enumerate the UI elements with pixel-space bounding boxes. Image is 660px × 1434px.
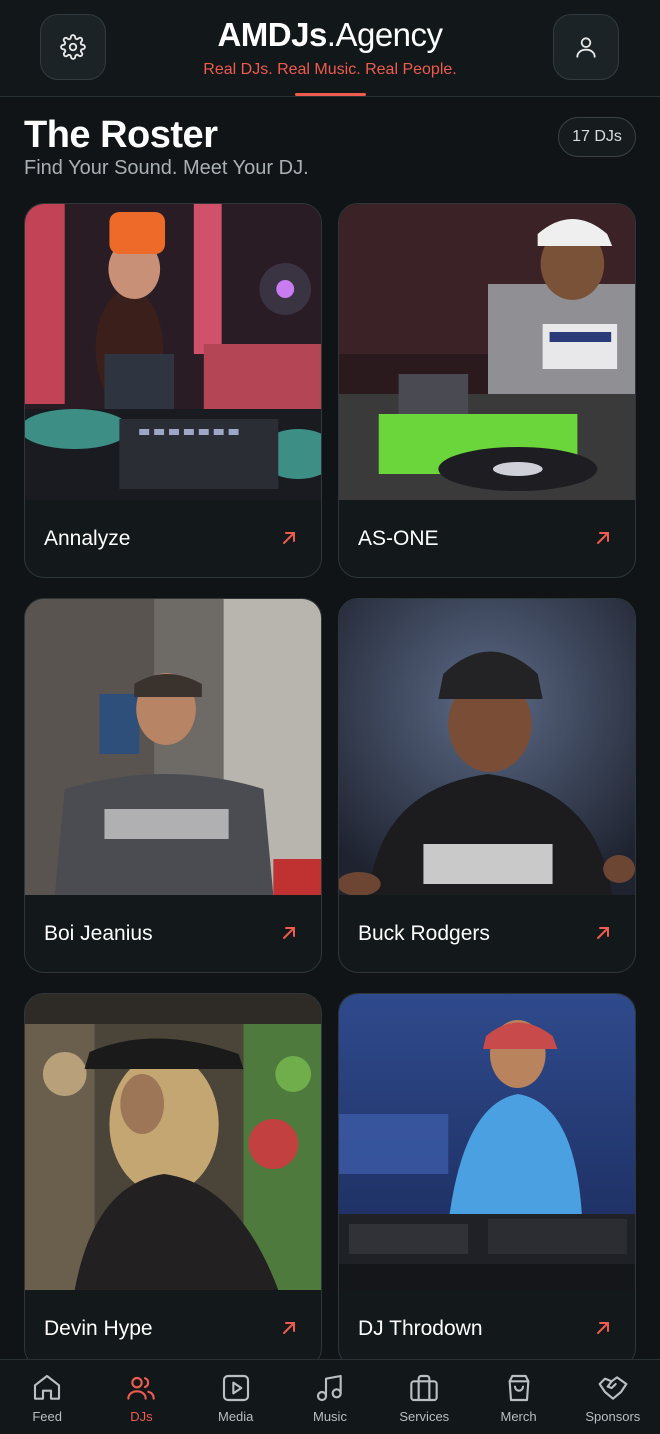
dj-name: Buck Rodgers (358, 922, 490, 945)
settings-button[interactable] (40, 14, 106, 80)
dj-photo (25, 204, 321, 500)
dj-card[interactable]: Boi Jeanius (24, 598, 322, 973)
dj-card[interactable]: DJ Throdown (338, 993, 636, 1368)
nav-item-sponsors[interactable]: Sponsors (566, 1360, 660, 1434)
user-icon (576, 37, 596, 58)
arrow-up-right-icon (597, 532, 609, 544)
home-icon (34, 1374, 61, 1400)
arrow-up-right-icon (597, 1322, 609, 1334)
dj-card[interactable]: Buck Rodgers (338, 598, 636, 973)
music-note-icon (316, 1374, 342, 1402)
dj-photo (339, 994, 635, 1290)
arrow-up-right-icon (597, 927, 609, 939)
profile-button[interactable] (553, 14, 619, 80)
dj-name: DJ Throdown (358, 1317, 483, 1340)
play-icon (222, 1374, 249, 1402)
page-title: The Roster (24, 114, 218, 156)
dj-photo (339, 204, 635, 500)
nav-label: Services (399, 1409, 450, 1424)
nav-label: Sponsors (585, 1409, 641, 1424)
bottom-nav: Feed DJs Media Music Services Merch Spon… (0, 1359, 660, 1434)
dj-photo (339, 599, 635, 895)
handshake-icon (598, 1376, 628, 1400)
brand-tagline: Real DJs. Real Music. Real People. (203, 61, 457, 78)
dj-photo (25, 599, 321, 895)
app-header: AMDJs.Agency Real DJs. Real Music. Real … (0, 0, 660, 97)
nav-item-media[interactable]: Media (189, 1360, 283, 1434)
dj-name: Devin Hype (44, 1317, 153, 1340)
nav-item-feed[interactable]: Feed (0, 1360, 94, 1434)
arrow-up-right-icon (283, 532, 295, 544)
nav-item-services[interactable]: Services (377, 1360, 471, 1434)
nav-label: Music (313, 1409, 347, 1424)
brand-bold: AMDJs (217, 16, 327, 53)
nav-label: Media (217, 1409, 254, 1424)
brand-rest: .Agency (326, 16, 443, 53)
page-subtitle: Find Your Sound. Meet Your DJ. (24, 157, 309, 179)
dj-name: Annalyze (44, 527, 131, 550)
nav-label: Feed (32, 1409, 62, 1424)
nav-label: Merch (500, 1409, 537, 1424)
nav-label: DJs (130, 1409, 153, 1424)
users-icon (127, 1376, 156, 1400)
arrow-up-right-icon (283, 927, 295, 939)
gear-icon (60, 34, 86, 60)
brand-logo[interactable]: AMDJs.Agency (130, 16, 530, 54)
dj-card[interactable]: Annalyze (24, 203, 322, 578)
dj-count-badge: 17 DJs (558, 117, 636, 157)
briefcase-icon (410, 1374, 438, 1402)
nav-item-music[interactable]: Music (283, 1360, 377, 1434)
shopping-bag-icon (508, 1374, 529, 1402)
brand-underline (295, 93, 366, 96)
arrow-up-right-icon (283, 1322, 295, 1334)
nav-item-djs[interactable]: DJs (94, 1360, 188, 1434)
dj-name: AS-ONE (358, 527, 439, 550)
dj-photo (25, 994, 321, 1290)
dj-card[interactable]: AS-ONE (338, 203, 636, 578)
dj-name: Boi Jeanius (44, 922, 153, 945)
nav-item-merch[interactable]: Merch (471, 1360, 565, 1434)
dj-card[interactable]: Devin Hype (24, 993, 322, 1368)
